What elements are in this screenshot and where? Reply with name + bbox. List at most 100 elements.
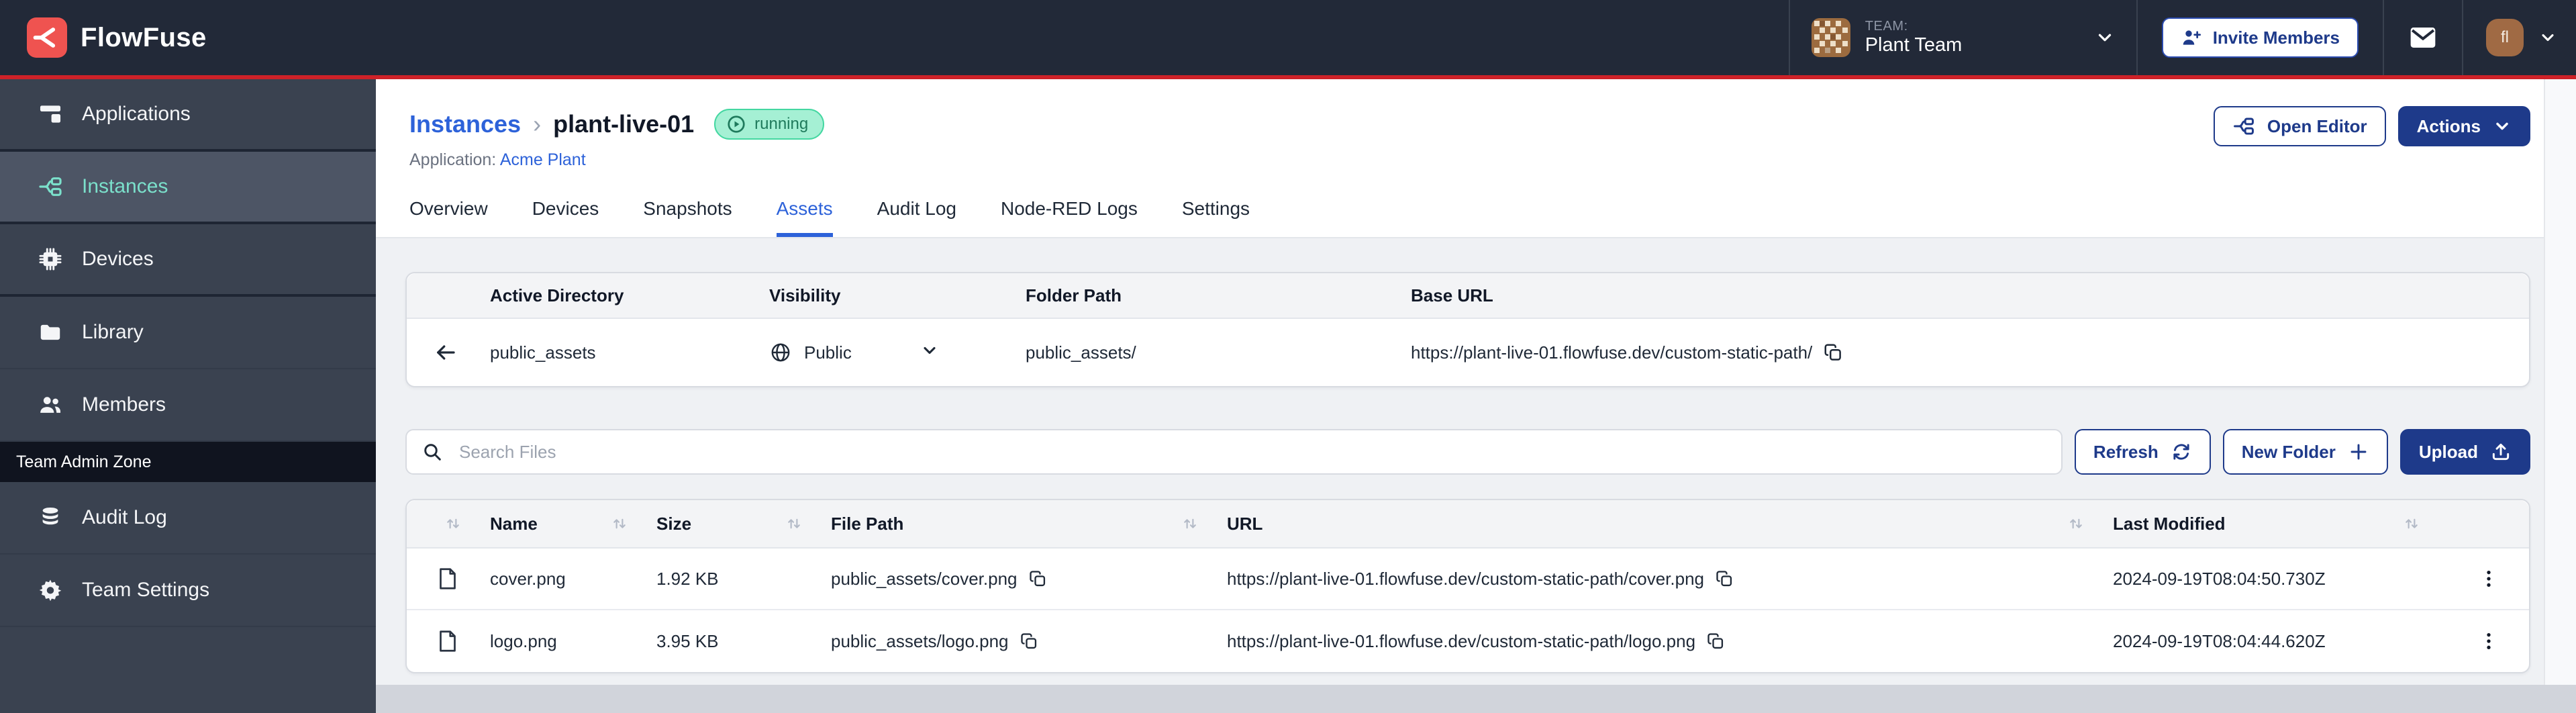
open-editor-button[interactable]: Open Editor bbox=[2213, 106, 2386, 146]
actions-button[interactable]: Actions bbox=[2397, 106, 2530, 146]
directory-name: public_assets bbox=[490, 342, 596, 363]
main-area: Instances › plant-live-01 running Applic… bbox=[376, 79, 2544, 713]
top-navigation-bar: FlowFuse TEAM: Plant Team Invite Members… bbox=[0, 0, 2576, 79]
file-last-modified: 2024-09-19T08:04:50.730Z bbox=[2113, 568, 2326, 589]
row-menu-kebab-icon[interactable] bbox=[2448, 630, 2529, 652]
team-name: Plant Team bbox=[1865, 34, 1963, 56]
notifications-mail-icon[interactable] bbox=[2384, 0, 2462, 75]
tab-devices[interactable]: Devices bbox=[532, 198, 599, 237]
team-admin-zone-label: Team Admin Zone bbox=[0, 442, 376, 482]
app-window: FlowFuse TEAM: Plant Team Invite Members… bbox=[0, 0, 2576, 713]
devices-icon bbox=[39, 248, 62, 271]
application-link[interactable]: Acme Plant bbox=[500, 150, 586, 169]
audit-log-icon bbox=[42, 507, 58, 525]
file-path: public_assets/cover.png bbox=[831, 568, 1018, 589]
sort-icon[interactable] bbox=[2066, 514, 2086, 534]
library-icon bbox=[40, 324, 60, 340]
sidebar-item-audit-log[interactable]: Audit Log bbox=[0, 482, 376, 555]
file-last-modified: 2024-09-19T08:04:44.620Z bbox=[2113, 630, 2326, 651]
new-folder-label: New Folder bbox=[2241, 441, 2336, 462]
refresh-label: Refresh bbox=[2093, 441, 2159, 462]
breadcrumb: Instances › plant-live-01 running bbox=[409, 109, 2530, 140]
col-base-url: Base URL bbox=[1411, 285, 1493, 305]
brand-name: FlowFuse bbox=[81, 22, 207, 52]
invite-members-button[interactable]: Invite Members bbox=[2161, 17, 2359, 58]
col-folder-path: Folder Path bbox=[1026, 285, 1122, 305]
status-badge: running bbox=[714, 109, 825, 140]
back-arrow-icon[interactable] bbox=[407, 340, 490, 365]
row-menu-kebab-icon[interactable] bbox=[2448, 568, 2529, 589]
col-url: URL bbox=[1227, 513, 1263, 534]
search-box bbox=[405, 429, 2063, 475]
tab-node-red-logs[interactable]: Node-RED Logs bbox=[1001, 198, 1138, 237]
globe-icon bbox=[771, 343, 790, 362]
file-name: logo.png bbox=[490, 630, 557, 651]
sort-icon[interactable] bbox=[784, 514, 804, 534]
copy-icon[interactable] bbox=[1823, 342, 1843, 363]
scrollbar-gutter[interactable] bbox=[2544, 79, 2576, 685]
tab-overview[interactable]: Overview bbox=[409, 198, 488, 237]
sidebar-item-library[interactable]: Library bbox=[0, 297, 376, 369]
col-file-path: File Path bbox=[831, 513, 904, 534]
copy-icon[interactable] bbox=[1028, 569, 1047, 588]
upload-button[interactable]: Upload bbox=[2399, 429, 2530, 475]
tab-assets[interactable]: Assets bbox=[776, 198, 833, 237]
actions-label: Actions bbox=[2416, 115, 2481, 136]
sidebar-item-members[interactable]: Members bbox=[0, 369, 376, 442]
col-active-directory: Active Directory bbox=[490, 285, 624, 305]
col-visibility: Visibility bbox=[769, 285, 841, 305]
brand[interactable]: FlowFuse bbox=[27, 17, 207, 58]
team-avatar bbox=[1811, 18, 1850, 57]
sidebar-item-label: Devices bbox=[82, 248, 154, 270]
col-last-modified: Last Modified bbox=[2113, 513, 2226, 534]
sort-icon[interactable] bbox=[1180, 514, 1200, 534]
copy-icon[interactable] bbox=[1020, 632, 1038, 651]
base-url-value: https://plant-live-01.flowfuse.dev/custo… bbox=[1411, 342, 1813, 363]
sidebar: Applications Instances Devices Library M… bbox=[0, 79, 376, 713]
sort-icon[interactable] bbox=[2401, 514, 2422, 534]
directory-row: public_assets Public public_assets/ http… bbox=[407, 319, 2529, 386]
file-url: https://plant-live-01.flowfuse.dev/custo… bbox=[1227, 568, 1705, 589]
table-row[interactable]: logo.png 3.95 KB public_assets/logo.png … bbox=[407, 610, 2529, 672]
new-folder-button[interactable]: New Folder bbox=[2222, 429, 2388, 475]
sidebar-item-applications[interactable]: Applications bbox=[0, 79, 376, 152]
file-icon bbox=[407, 567, 490, 591]
tab-snapshots[interactable]: Snapshots bbox=[643, 198, 732, 237]
search-input[interactable] bbox=[456, 440, 2046, 464]
gear-icon bbox=[39, 579, 62, 602]
page-header: Instances › plant-live-01 running Applic… bbox=[376, 79, 2544, 238]
sort-icon[interactable] bbox=[609, 514, 630, 534]
file-icon bbox=[407, 629, 490, 653]
visibility-dropdown[interactable]: Public bbox=[769, 341, 1026, 365]
table-row[interactable]: cover.png 1.92 KB public_assets/cover.pn… bbox=[407, 549, 2529, 610]
applications-icon bbox=[40, 105, 61, 123]
horizontal-scrollbar[interactable] bbox=[376, 685, 2576, 713]
sidebar-item-label: Team Settings bbox=[82, 579, 210, 601]
page-actions: Open Editor Actions bbox=[2213, 106, 2530, 146]
plus-icon bbox=[2350, 444, 2367, 460]
copy-icon[interactable] bbox=[1715, 569, 1734, 588]
chevron-down-icon bbox=[2095, 28, 2115, 48]
copy-icon[interactable] bbox=[1706, 632, 1725, 651]
col-size: Size bbox=[656, 513, 692, 534]
tab-settings[interactable]: Settings bbox=[1182, 198, 1250, 237]
sidebar-item-label: Library bbox=[82, 321, 144, 343]
tab-audit-log[interactable]: Audit Log bbox=[877, 198, 956, 237]
sidebar-item-team-settings[interactable]: Team Settings bbox=[0, 555, 376, 627]
sidebar-item-label: Audit Log bbox=[82, 506, 167, 528]
upload-icon bbox=[2492, 443, 2510, 461]
instances-icon bbox=[39, 177, 62, 196]
file-path: public_assets/logo.png bbox=[831, 630, 1009, 651]
user-menu[interactable]: fl bbox=[2463, 0, 2576, 75]
sort-icon[interactable] bbox=[443, 514, 463, 534]
sidebar-item-label: Applications bbox=[82, 103, 191, 125]
files-header-row: Name Size File Path URL Last Modified bbox=[407, 500, 2529, 549]
directory-header-row: Active Directory Visibility Folder Path … bbox=[407, 273, 2529, 319]
refresh-button[interactable]: Refresh bbox=[2074, 429, 2211, 475]
chevron-down-icon bbox=[2538, 28, 2557, 47]
sidebar-item-instances[interactable]: Instances bbox=[0, 152, 376, 224]
team-selector[interactable]: TEAM: Plant Team bbox=[1790, 0, 2136, 75]
col-name: Name bbox=[490, 513, 538, 534]
sidebar-item-devices[interactable]: Devices bbox=[0, 224, 376, 297]
breadcrumb-instances-link[interactable]: Instances bbox=[409, 110, 521, 138]
